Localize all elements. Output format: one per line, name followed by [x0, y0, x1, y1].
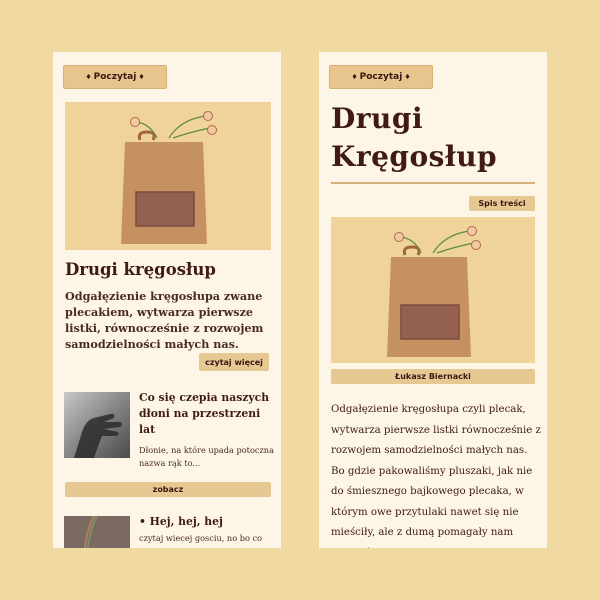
- diamond-icon: ♦: [351, 73, 358, 81]
- diamond-icon: ♦: [85, 73, 92, 81]
- hands-photo[interactable]: [64, 392, 130, 458]
- diamond-icon: ♦: [404, 73, 411, 81]
- poczytaj-label: Poczytaj: [93, 72, 137, 82]
- title-divider: [331, 182, 535, 184]
- article-title: Drugi Kręgosłup: [331, 100, 497, 176]
- hand-silhouette: [74, 413, 122, 458]
- author-label: Łukasz Biernacki: [331, 369, 535, 384]
- poczytaj-button[interactable]: ♦ Poczytaj ♦: [63, 65, 167, 89]
- article-image[interactable]: [65, 102, 271, 250]
- backpack-illustration: [121, 111, 217, 244]
- poczytaj-label: Poczytaj: [359, 72, 403, 82]
- article-image: [331, 217, 535, 363]
- backpack-illustration: [387, 226, 481, 357]
- rainbow-photo[interactable]: [64, 516, 130, 548]
- title-line-1: Drugi: [331, 102, 424, 135]
- poczytaj-button[interactable]: ♦ Poczytaj ♦: [329, 65, 433, 89]
- read-more-button[interactable]: czytaj więcej: [199, 353, 269, 371]
- left-screen: ♦ Poczytaj ♦ Drugi kręgosłup Odgałęzieni…: [53, 52, 281, 548]
- table-of-contents-button[interactable]: Spis treści: [469, 196, 535, 211]
- card-title[interactable]: Co się czepia naszych dłoni na przestrze…: [139, 390, 279, 438]
- article-description: Odgałęzienie kręgosłupa zwane plecakiem,…: [65, 289, 264, 351]
- article-title[interactable]: Drugi kręgosłup: [65, 260, 216, 279]
- see-button[interactable]: zobacz: [65, 482, 271, 497]
- rainbow-image: [83, 516, 98, 548]
- title-line-2: Kręgosłup: [331, 140, 498, 173]
- article-body: Odgałęzienie kręgosłupa czyli plecak, wy…: [331, 404, 541, 548]
- card-title[interactable]: • Hej, hej, hej: [139, 514, 279, 530]
- card-excerpt: Dłonie, na które upada potoczna nazwa rą…: [139, 445, 274, 468]
- diamond-icon: ♦: [138, 73, 145, 81]
- card-excerpt: czytaj wiecej gosciu, no bo co: [139, 533, 263, 543]
- right-screen: ♦ Poczytaj ♦ Drugi Kręgosłup Spis treści…: [319, 52, 547, 548]
